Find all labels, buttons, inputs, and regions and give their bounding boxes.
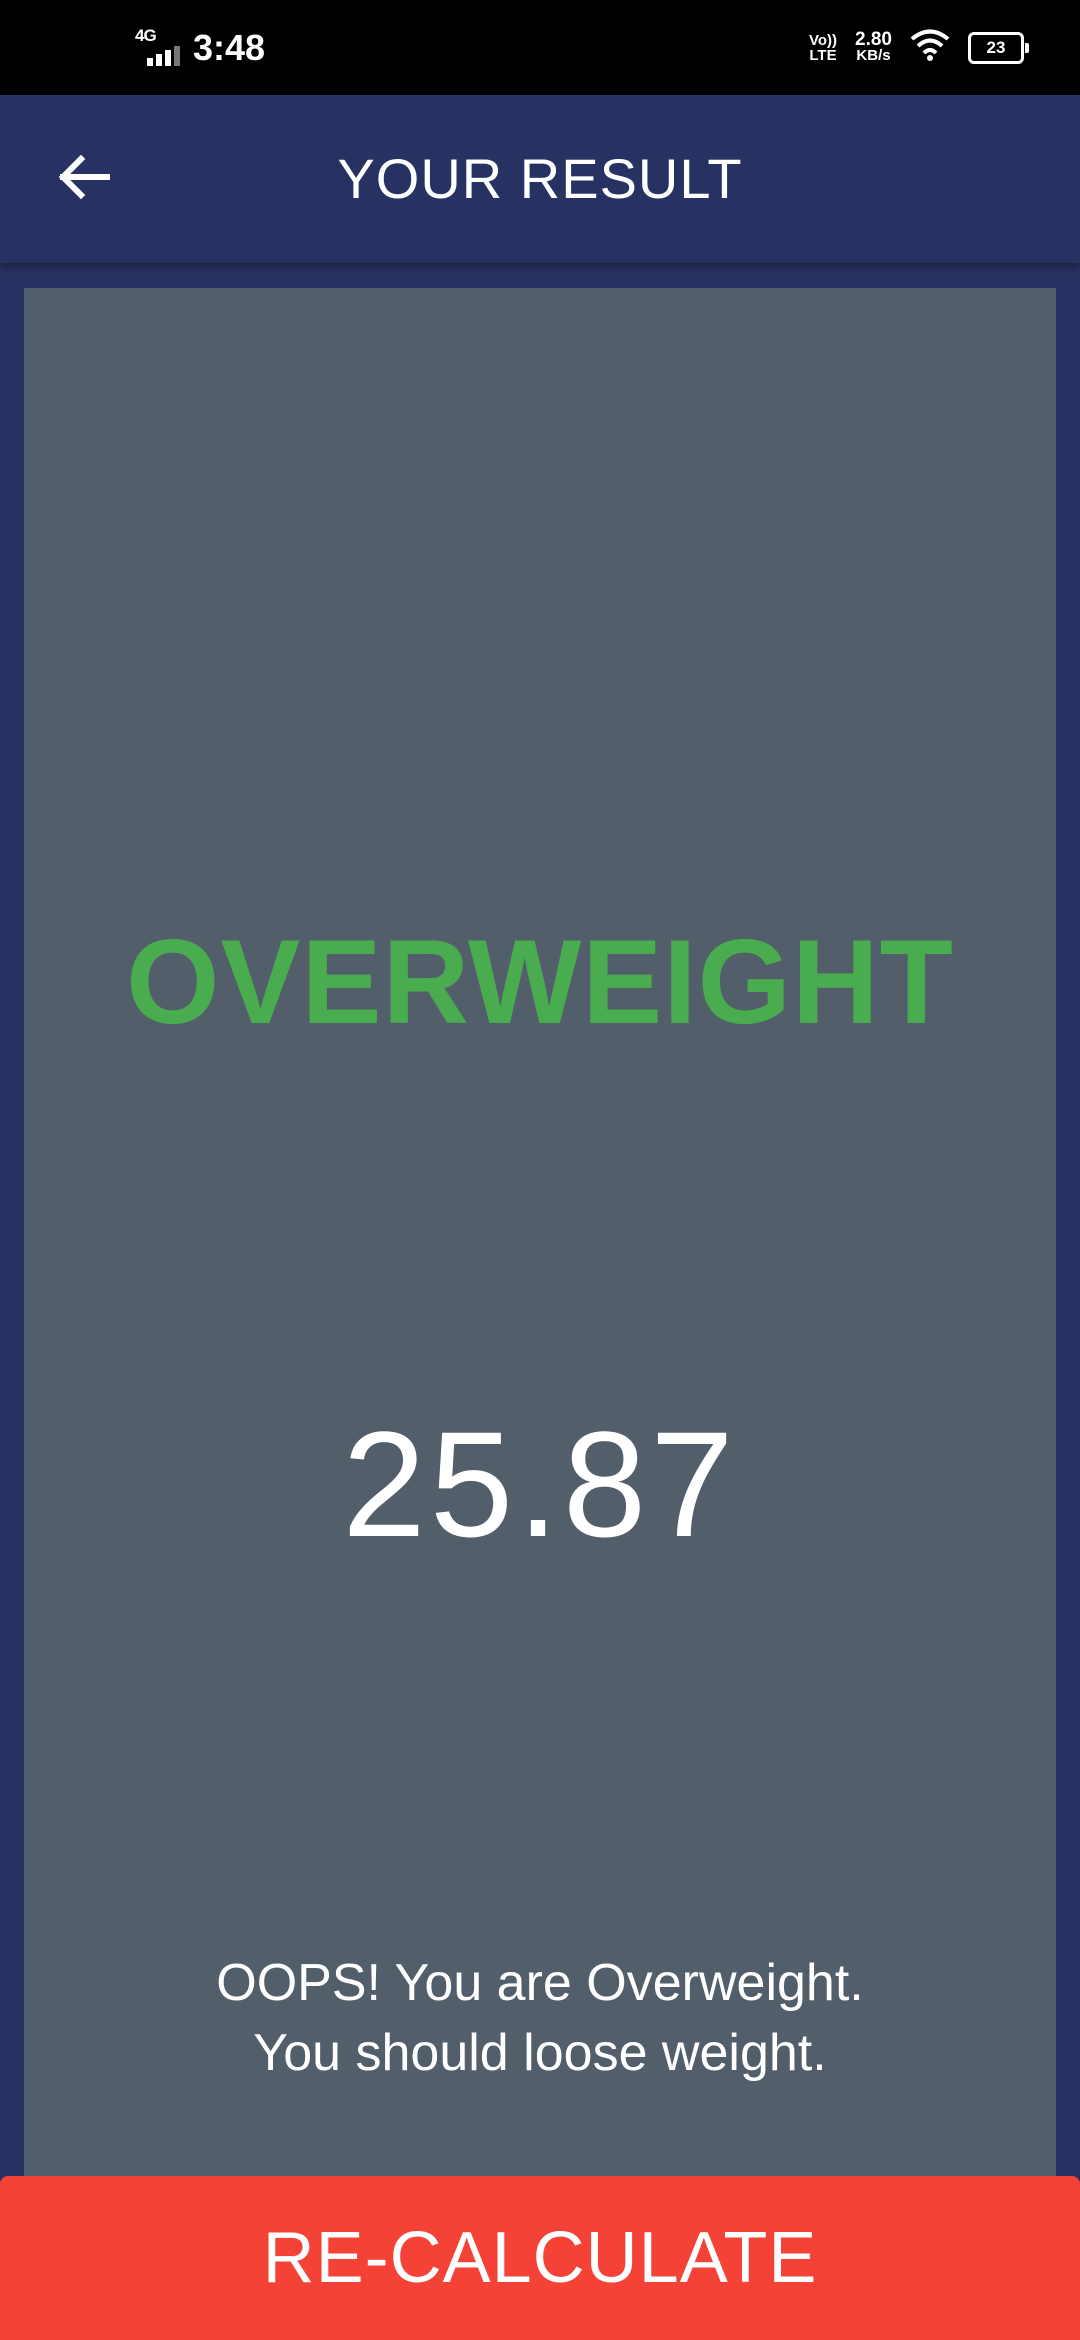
- cell-signal-icon: 4G: [133, 25, 183, 68]
- volte-bottom: LTE: [809, 46, 837, 64]
- battery-level: 23: [986, 37, 1006, 57]
- wifi-icon: [910, 28, 950, 67]
- app-bar: YOUR RESULT: [0, 95, 1080, 263]
- battery-icon: 23: [968, 31, 1029, 64]
- result-screen: 4G 3:48 Vo)) LTE 2.80 KB/s 23 YOUR RESUL…: [0, 0, 1080, 2340]
- volte-indicator: Vo)) LTE: [809, 33, 837, 63]
- status-bar-right: Vo)) LTE 2.80 KB/s 23: [809, 0, 1029, 95]
- status-bar: 4G 3:48 Vo)) LTE 2.80 KB/s 23: [0, 0, 1080, 95]
- bmi-value: 25.87: [342, 1400, 738, 1568]
- network-speed: 2.80 KB/s: [855, 28, 892, 64]
- status-bar-left: 4G 3:48: [133, 0, 265, 95]
- advice-text: OOPS! You are Overweight. You should loo…: [216, 1954, 864, 2082]
- speed-value: 2.80: [855, 28, 892, 50]
- result-card: OVERWEIGHT 25.87 OOPS! You are Overweigh…: [24, 288, 1056, 2340]
- recalculate-button[interactable]: RE-CALCULATE: [0, 2176, 1080, 2340]
- bmi-status-label: OVERWEIGHT: [126, 915, 954, 1049]
- page-title: YOUR RESULT: [337, 147, 743, 210]
- network-type: 4G: [135, 25, 157, 45]
- speed-unit: KB/s: [856, 46, 891, 64]
- status-time: 3:48: [193, 26, 266, 68]
